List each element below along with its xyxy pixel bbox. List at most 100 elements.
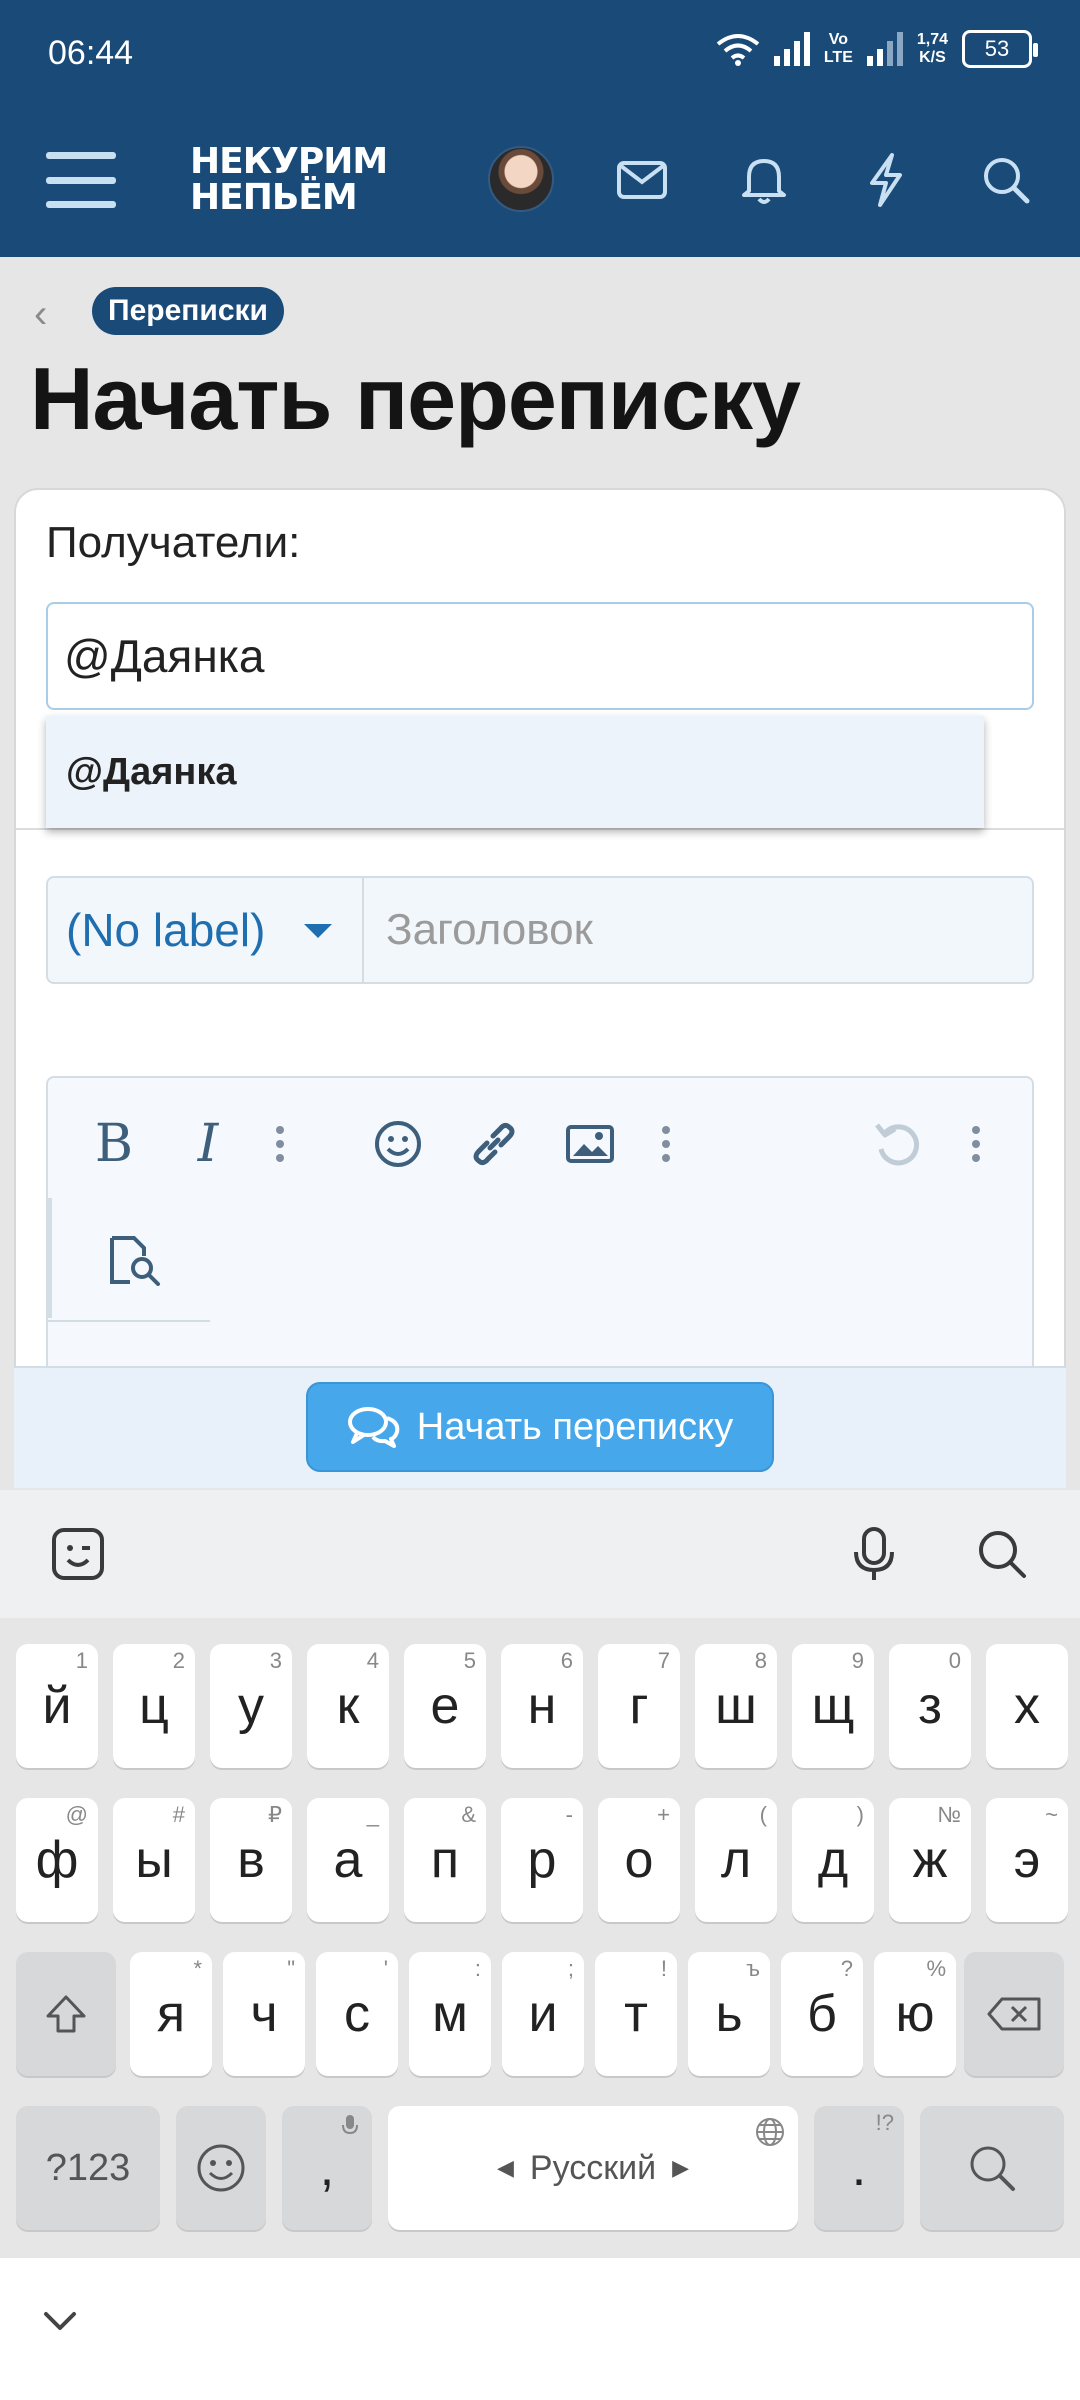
key-row2-4[interactable]: п & [404,1798,486,1922]
search-icon[interactable] [976,150,1036,210]
key-row2-7[interactable]: л( [695,1798,777,1922]
key-letter: н [527,1677,557,1735]
key-row3-3[interactable]: м: [409,1952,491,2076]
italic-icon[interactable]: I [172,1108,244,1180]
symbols-key[interactable]: ?123 [16,2106,160,2230]
start-conversation-button[interactable]: Начать переписку [306,1382,774,1472]
key-hint: * [193,1956,202,1981]
key-row2-9[interactable]: ж № [889,1798,971,1922]
menu-icon[interactable] [46,152,116,208]
key-row1-0[interactable]: й1 [16,1644,98,1768]
recipient-suggestion[interactable]: @Даянка [46,716,984,828]
more-vertical-3-icon[interactable] [956,1108,996,1180]
emoji-face-icon [197,2144,245,2192]
undo-icon[interactable] [862,1108,934,1180]
space-left-arrow-icon: ◀ [497,2155,514,2180]
emoji-key[interactable] [176,2106,266,2230]
key-row3-5[interactable]: т! [595,1952,677,2076]
key-row3-4[interactable]: и; [502,1952,584,2076]
key-letter: ю [895,1985,935,2043]
key-row3-6[interactable]: ьъ [688,1952,770,2076]
key-hint: : [474,1956,481,1981]
space-language-label: Русский [529,2148,657,2187]
key-row2-3[interactable]: а _ [307,1798,389,1922]
key-row3-1[interactable]: ч " [223,1952,305,2076]
shift-icon [46,1995,86,2033]
more-vertical-icon[interactable] [260,1108,300,1180]
hide-keyboard-chevron-icon[interactable] [42,2310,78,2332]
key-row3-0[interactable]: я * [130,1952,212,2076]
key-letter: ы [135,1831,173,1889]
period-key[interactable]: . !? [814,2106,904,2230]
signal-2-icon [866,32,903,66]
site-logo[interactable]: НЕКУРИМ НЕПЬЁМ [190,141,388,218]
key-hint: 0 [948,1648,961,1673]
more-vertical-2-icon[interactable] [646,1108,686,1180]
key-row2-6[interactable]: о + [598,1798,680,1922]
key-hint: + [657,1802,670,1827]
key-row1-5[interactable]: н6 [501,1644,583,1768]
key-row3-8[interactable]: ю% [874,1952,956,2076]
key-hint: 6 [560,1648,573,1673]
key-row3-7[interactable]: б? [781,1952,863,2076]
key-row1-6[interactable]: г7 [598,1644,680,1768]
breadcrumb-conversations[interactable]: Переписки [92,287,284,335]
key-row1-9[interactable]: з0 [889,1644,971,1768]
key-letter: г [629,1677,649,1735]
key-letter: й [42,1677,72,1735]
key-hint: # [172,1802,185,1827]
title-input[interactable]: Заголовок [364,878,1032,982]
message-editor[interactable]: B I [46,1076,1034,1376]
prefix-select[interactable]: (No label) [48,878,364,982]
backspace-key[interactable] [964,1952,1064,2076]
preview-icon[interactable] [98,1224,170,1296]
key-letter: з [918,1677,942,1735]
back-chevron-icon[interactable]: ‹ [34,292,47,337]
key-row1-2[interactable]: у3 [210,1644,292,1768]
shift-key[interactable] [16,1952,116,2076]
mail-icon[interactable] [612,150,672,210]
link-icon[interactable] [458,1108,530,1180]
key-row1-4[interactable]: е5 [404,1644,486,1768]
status-icons: Vo LTE 1,74 K/S 53 [716,30,1038,68]
microphone-icon[interactable] [842,1522,906,1586]
key-letter: ш [715,1677,757,1735]
period-key-hint: !? [875,2110,894,2135]
user-avatar[interactable] [488,146,554,212]
bold-icon[interactable]: B [78,1108,150,1180]
key-row2-0[interactable]: ф @ [16,1798,98,1922]
key-row2-10[interactable]: э ~ [986,1798,1068,1922]
key-row1-8[interactable]: щ9 [792,1644,874,1768]
image-icon[interactable] [554,1108,626,1180]
net-speed-unit: K/S [919,49,946,66]
key-letter: в [237,1831,265,1889]
space-right-arrow-icon: ▶ [672,2155,689,2180]
key-row2-8[interactable]: д) [792,1798,874,1922]
key-row1-1[interactable]: ц2 [113,1644,195,1768]
key-row2-5[interactable]: р- [501,1798,583,1922]
prefix-select-value: (No label) [66,904,266,956]
comma-key[interactable]: , [282,2106,372,2230]
sticker-icon[interactable] [46,1522,110,1586]
recipients-input[interactable]: @Даянка [46,602,1034,710]
key-row1-10[interactable]: х [986,1644,1068,1768]
emoji-icon[interactable] [362,1108,434,1180]
key-hint: 8 [754,1648,767,1673]
key-hint: 7 [657,1648,670,1673]
key-row1-7[interactable]: ш8 [695,1644,777,1768]
bell-icon[interactable] [734,150,794,210]
key-letter: ч [250,1985,278,2043]
key-row3-2[interactable]: с ' [316,1952,398,2076]
key-hint: _ [366,1802,379,1827]
space-key[interactable]: ◀ Русский ▶ [388,2106,798,2230]
logo-line-1: НЕКУРИМ [190,141,388,182]
logo-line-2: НЕПЬЁМ [190,177,358,218]
keyboard-search-icon[interactable] [970,1522,1034,1586]
navigation-area [0,2258,1080,2400]
lightning-icon[interactable] [856,150,916,210]
key-letter: т [624,1985,648,2043]
search-action-key[interactable] [920,2106,1064,2230]
key-row2-1[interactable]: ы # [113,1798,195,1922]
key-row1-3[interactable]: к4 [307,1644,389,1768]
key-row2-2[interactable]: в ₽ [210,1798,292,1922]
